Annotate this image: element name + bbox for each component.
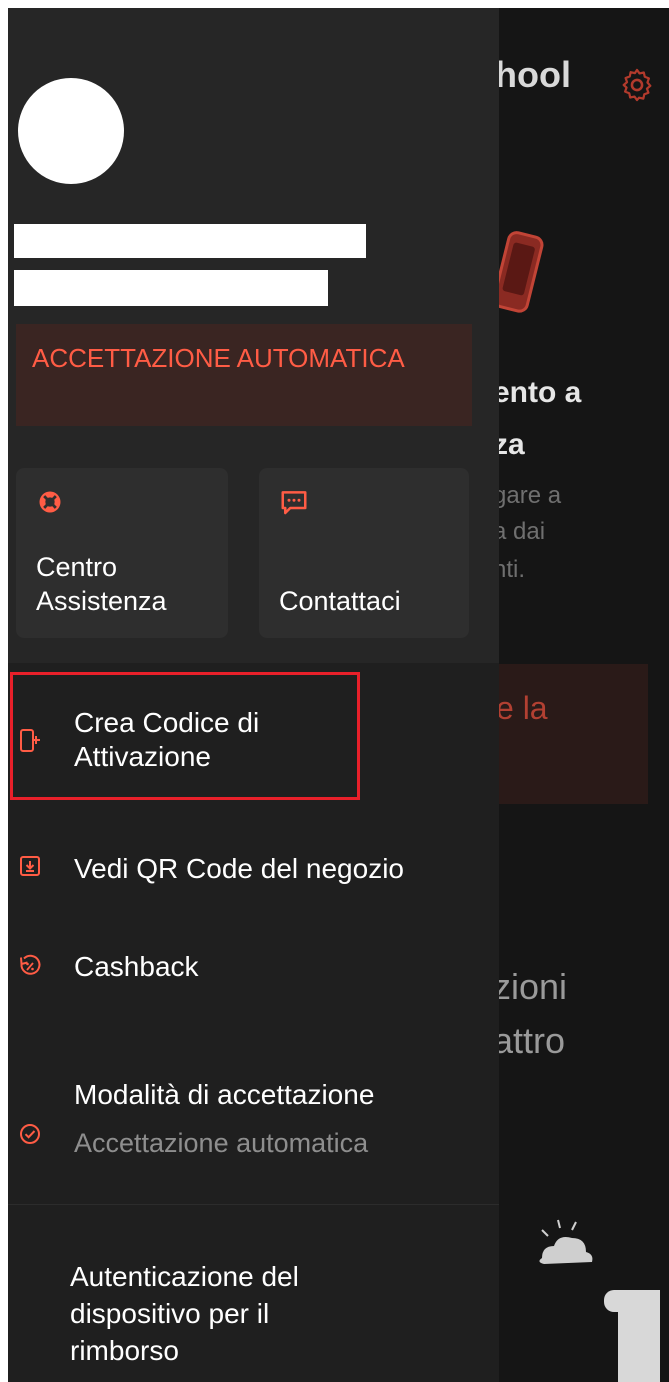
contact-us-label: Contattaci [279, 586, 401, 616]
menu-item-store-qr-code[interactable]: Vedi QR Code del negozio [8, 838, 499, 898]
download-box-icon [20, 856, 40, 876]
auto-accept-label: ACCETTAZIONE AUTOMATICA [32, 343, 405, 373]
background-button: e la [488, 664, 648, 804]
user-email-redacted [14, 270, 328, 306]
screen: hool ento a za gare a a dai nti. e la zi… [8, 8, 669, 1382]
divider [8, 1204, 499, 1205]
chat-icon [281, 491, 307, 515]
background-object [604, 1290, 660, 1382]
avatar[interactable] [18, 78, 124, 184]
background-title: hool [495, 54, 571, 95]
help-center-label: Centro Assistenza [36, 552, 167, 616]
background-sub-1: gare a [493, 482, 562, 509]
contact-us-tile[interactable]: Contattaci [259, 468, 469, 638]
background-section-1: zioni [493, 966, 568, 1007]
help-center-tile[interactable]: Centro Assistenza [16, 468, 228, 638]
menu-item-label: Autenticazione del dispositivo per il ri… [70, 1261, 299, 1366]
navigation-drawer: ACCETTAZIONE AUTOMATICA Centro Assistenz… [8, 8, 499, 1382]
menu-item-acceptance-mode[interactable]: Modalità di accettazione Accettazione au… [8, 1068, 499, 1178]
menu-item-label: Vedi QR Code del negozio [74, 853, 404, 884]
highlight-box [10, 672, 360, 800]
menu-item-label: Cashback [74, 951, 199, 982]
weather-icon [539, 1219, 593, 1264]
acceptance-mode-value: Accettazione automatica [74, 1128, 369, 1158]
user-name-redacted [14, 224, 366, 258]
background-button-label: e la [496, 690, 548, 726]
menu-item-device-authentication[interactable]: Autenticazione del dispositivo per il ri… [8, 1248, 499, 1382]
cashback-percent-icon [20, 954, 41, 975]
auto-accept-banner[interactable]: ACCETTAZIONE AUTOMATICA [16, 324, 472, 426]
background-sub-2: a dai [493, 518, 546, 545]
menu-item-cashback[interactable]: Cashback [8, 938, 499, 998]
lifebuoy-icon [39, 491, 61, 513]
background-section-2: attro [493, 1020, 566, 1061]
drawer-header: ACCETTAZIONE AUTOMATICA Centro Assistenz… [8, 8, 499, 663]
gear-icon [622, 68, 652, 102]
check-circle-icon [20, 1124, 40, 1144]
background-heading-1: ento a [493, 376, 582, 409]
menu-item-label: Modalità di accettazione [74, 1079, 375, 1110]
